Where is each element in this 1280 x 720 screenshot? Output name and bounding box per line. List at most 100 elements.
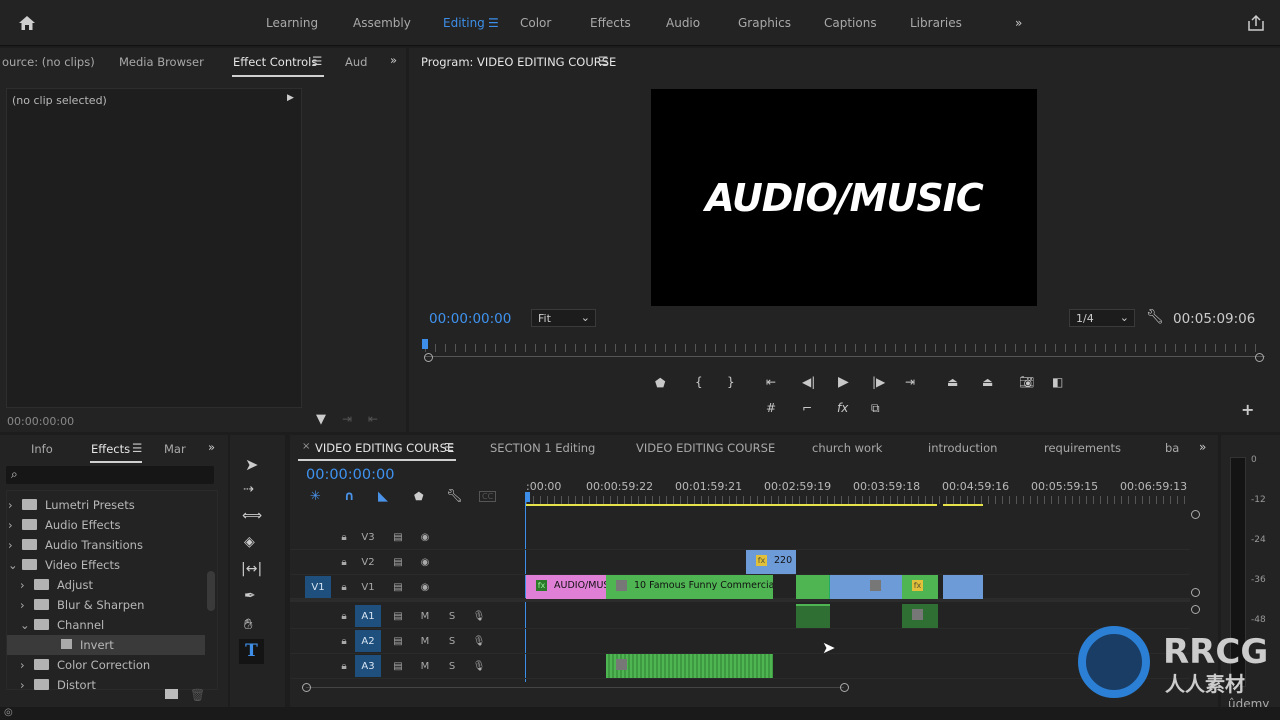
share-icon[interactable] [1247, 14, 1265, 35]
track-target-v1[interactable]: V1 [355, 576, 381, 598]
sync-lock-icon[interactable]: ▤ [387, 576, 409, 598]
disclosure-arrow-icon[interactable]: › [8, 675, 34, 695]
disclosure-arrow-icon[interactable]: › [8, 595, 34, 615]
effects-tree-item[interactable]: › Audio Transitions [8, 535, 143, 555]
disclosure-arrow-icon[interactable]: ⌄ [8, 555, 22, 575]
sync-lock-icon[interactable]: ▤ [387, 655, 409, 677]
sequence-tab[interactable]: VIDEO EDITING COURSE [315, 441, 454, 455]
lock-icon[interactable]: 🔒︎ [333, 526, 355, 548]
workspace-learning[interactable]: Learning [266, 16, 318, 30]
comparison-view-icon[interactable]: ◧ [1052, 375, 1063, 389]
timeline-settings-icon[interactable]: 🔧︎ [446, 489, 463, 504]
timeline-horizontal-scrollbar[interactable] [306, 687, 844, 688]
microphone-icon[interactable]: 🎙︎ [468, 630, 490, 652]
disclosure-arrow-icon[interactable]: › [8, 655, 34, 675]
effects-tree-item[interactable]: › Blur & Sharpen [8, 595, 144, 615]
sync-lock-icon[interactable]: ▤ [387, 526, 409, 548]
solo-button[interactable]: S [441, 630, 463, 652]
program-menu-icon[interactable]: ☰ [598, 54, 608, 68]
clip-a3-audio[interactable] [606, 654, 773, 678]
program-scrubber[interactable] [425, 356, 1265, 357]
show-rulers-icon[interactable]: ⌐ [802, 401, 812, 415]
clip-v2[interactable]: fx 220 [746, 550, 796, 574]
lock-icon[interactable]: 🔒︎ [333, 551, 355, 573]
sequence-tab[interactable]: introduction [928, 441, 997, 455]
effects-scrollbar[interactable] [207, 571, 215, 611]
tab-info[interactable]: Info [31, 442, 53, 456]
workspace-assembly[interactable]: Assembly [353, 16, 411, 30]
ripple-edit-tool-icon[interactable]: ⟺ [242, 508, 262, 524]
lock-icon[interactable]: 🔒︎ [333, 655, 355, 677]
captions-icon[interactable]: CC [479, 491, 497, 502]
step-back-icon[interactable]: ◀| [802, 375, 815, 389]
more-tabs-icon[interactable]: » [208, 440, 215, 454]
add-marker-icon[interactable]: ⬟ [655, 376, 665, 390]
program-video-frame[interactable]: AUDIO/MUSIC [651, 89, 1037, 306]
expand-arrow-icon[interactable]: ▶ [287, 93, 294, 103]
eye-icon[interactable]: ◉ [414, 526, 436, 548]
effects-tree-item[interactable]: ⌄ Video Effects [8, 555, 120, 575]
clip-funny-commercials[interactable]: 10 Famous Funny Commercials.mp4 [606, 575, 773, 599]
tab-source[interactable]: ource: (no clips) [2, 55, 95, 69]
disclosure-arrow-icon[interactable]: › [8, 535, 22, 555]
video-scroll-handle[interactable] [1191, 510, 1200, 519]
disclosure-arrow-icon[interactable]: › [8, 575, 34, 595]
sequence-tab[interactable]: requirements [1044, 441, 1121, 455]
sequence-tab[interactable]: SECTION 1 Editing [490, 441, 595, 455]
tab-audio[interactable]: Aud [345, 55, 367, 69]
workspace-color[interactable]: Color [520, 16, 551, 30]
workspace-libraries[interactable]: Libraries [910, 16, 962, 30]
slip-tool-icon[interactable]: |↔| [241, 561, 262, 577]
home-icon[interactable] [18, 14, 36, 32]
track-target-v2[interactable]: V2 [355, 551, 381, 573]
mute-button[interactable]: M [414, 605, 436, 627]
button-editor-icon[interactable]: + [1241, 400, 1254, 419]
razor-tool-icon[interactable]: ◈ [244, 534, 255, 550]
effects-tree-item[interactable]: › Adjust [8, 575, 93, 595]
play-icon[interactable]: ▶ [838, 374, 849, 390]
clip-a1-2[interactable] [902, 604, 938, 628]
tab-media-browser[interactable]: Media Browser [119, 55, 204, 69]
mute-button[interactable]: M [414, 655, 436, 677]
lift-icon[interactable]: ⏏ [947, 375, 958, 389]
clip-audio-music[interactable]: fx AUDIO/MUSIC [526, 575, 606, 599]
resolution-select[interactable]: 1/4 ⌄ [1069, 309, 1135, 327]
more-workspaces-icon[interactable]: » [1015, 16, 1022, 30]
sequence-tab[interactable]: VIDEO EDITING COURSE [636, 441, 775, 455]
clip-a1-1[interactable] [796, 604, 830, 628]
effects-tree-item[interactable]: Invert [7, 635, 205, 655]
linked-selection-icon[interactable]: ◣ [378, 489, 388, 504]
creative-cloud-icon[interactable]: ◎ [4, 707, 13, 718]
safe-margins-icon[interactable]: # [766, 401, 776, 415]
program-playhead[interactable] [422, 339, 428, 349]
sync-lock-icon[interactable]: ▤ [387, 551, 409, 573]
snap-icon[interactable]: ∩ [344, 489, 355, 504]
mute-button[interactable]: M [414, 630, 436, 652]
lock-icon[interactable]: 🔒︎ [333, 630, 355, 652]
audio-scroll-handle[interactable] [1191, 605, 1200, 614]
mark-out-icon[interactable]: } [727, 375, 735, 389]
effects-tree-item[interactable]: › Audio Effects [8, 515, 120, 535]
disclosure-arrow-icon[interactable]: › [8, 515, 22, 535]
more-sequences-icon[interactable]: » [1199, 440, 1206, 454]
effects-menu-icon[interactable]: ☰ [132, 441, 142, 455]
disclosure-arrow-icon[interactable]: ⌄ [8, 615, 34, 635]
lock-icon[interactable]: 🔒︎ [333, 576, 355, 598]
effects-tree-item[interactable]: › Distort [8, 675, 96, 695]
effects-tree-item[interactable]: ⌄ Channel [8, 615, 104, 635]
nest-toggle-icon[interactable]: ✳︎ [310, 489, 321, 504]
video-scroll-handle-bottom[interactable] [1191, 588, 1200, 597]
track-target-a3[interactable]: A3 [355, 655, 381, 677]
new-bin-icon[interactable] [165, 689, 178, 699]
zoom-fit-select[interactable]: Fit ⌄ [531, 309, 596, 327]
global-fx-mute-icon[interactable]: fx [837, 401, 848, 415]
filter-icon[interactable]: ▼ [316, 412, 326, 427]
disclosure-arrow-icon[interactable]: › [8, 495, 22, 515]
work-area-bar[interactable] [526, 504, 937, 506]
eye-icon[interactable]: ◉ [414, 551, 436, 573]
clip-v1-blue-2[interactable] [943, 575, 983, 599]
effects-search-input[interactable]: ⌕ [6, 466, 214, 484]
clip-v1-fx[interactable]: fx [902, 575, 938, 599]
microphone-icon[interactable]: 🎙︎ [468, 655, 490, 677]
track-target-a2[interactable]: A2 [355, 630, 381, 652]
